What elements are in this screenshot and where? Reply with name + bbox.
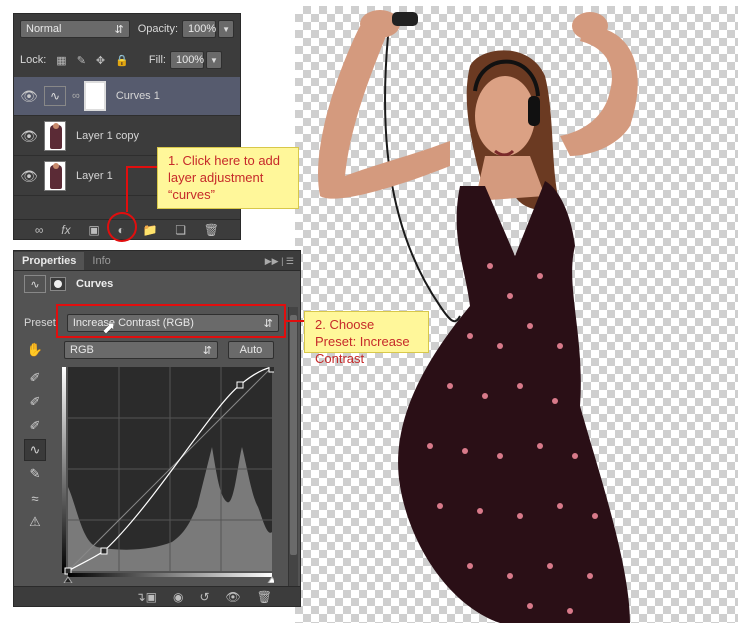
lock-label: Lock: — [20, 54, 47, 66]
properties-header: ∿ Curves — [24, 275, 300, 293]
mouse-cursor-icon: ⬈ — [102, 320, 116, 337]
gray-eyedropper-icon[interactable]: ✐ — [24, 391, 46, 413]
mask-icon[interactable]: ▣ — [88, 223, 99, 237]
lock-pixels-icon[interactable]: ✎ — [77, 54, 86, 67]
preset-highlight-box — [56, 304, 286, 338]
visibility-eye-icon[interactable]: 👁 — [14, 88, 44, 105]
layer-name[interactable]: Layer 1 copy — [76, 130, 139, 142]
lock-transparent-icon[interactable]: ▦ — [56, 54, 66, 67]
clip-to-layer-icon[interactable]: ↴▣ — [136, 590, 157, 604]
auto-button[interactable]: Auto — [228, 341, 274, 359]
curves-icon: ∿ — [24, 275, 46, 293]
chain-link-icon[interactable]: ∞ — [72, 90, 80, 102]
clipping-warning-icon[interactable]: ⚠ — [24, 511, 46, 533]
visibility-icon[interactable]: 👁 — [226, 590, 241, 604]
layer-mask-thumbnail[interactable] — [83, 81, 106, 111]
dropdown-arrows-icon: ⇵ — [114, 23, 124, 36]
on-image-adjust-icon[interactable]: ✋ — [24, 339, 46, 361]
trash-icon[interactable]: 🗑 — [204, 223, 219, 237]
panel-menu-icon[interactable]: ▶▶ | ☰ — [259, 253, 300, 270]
opacity-label: Opacity: — [137, 23, 179, 35]
tab-info[interactable]: Info — [84, 252, 118, 270]
callout-connector-line — [126, 166, 128, 212]
curves-adjustment-icon: ∿ — [44, 86, 66, 106]
layer-thumbnail — [44, 161, 66, 191]
lock-all-icon[interactable]: 🔒 — [115, 54, 129, 67]
mask-icon[interactable] — [50, 277, 66, 291]
callout-connector-line — [126, 166, 158, 168]
fx-icon[interactable]: fx — [61, 223, 70, 237]
properties-title: Curves — [76, 278, 114, 290]
scrollbar-thumb[interactable] — [290, 315, 297, 555]
opacity-dropdown-button[interactable]: ▼ — [218, 20, 234, 38]
lock-position-icon[interactable]: ✥ — [96, 54, 105, 67]
fill-input[interactable]: 100% — [169, 51, 205, 69]
properties-tabbar: Properties Info ▶▶ | ☰ — [14, 251, 300, 271]
blend-mode-value: Normal — [26, 23, 62, 35]
callout-step2: 2. Choose Preset: Increase Contrast — [304, 311, 429, 366]
preset-label: Preset: — [24, 317, 59, 329]
screenshot-root: Normal ⇵ Opacity: 100% ▼ Lock: ▦ ✎ ✥ 🔒 F… — [0, 0, 740, 629]
white-eyedropper-icon[interactable]: ✐ — [24, 415, 46, 437]
tab-properties[interactable]: Properties — [14, 252, 85, 270]
smooth-icon[interactable]: ≈ — [24, 487, 46, 509]
black-eyedropper-icon[interactable]: ✐ — [24, 367, 46, 389]
dropdown-arrows-icon: ⇵ — [202, 344, 212, 357]
channel-dropdown[interactable]: RGB ⇵ — [64, 341, 218, 359]
visibility-eye-icon[interactable]: 👁 — [14, 128, 44, 145]
trash-icon[interactable]: 🗑 — [257, 590, 272, 604]
curve-tools: ✐ ✐ ✐ ∿ ✎ ≈ ⚠ — [24, 367, 46, 533]
link-icon[interactable]: ∞ — [35, 223, 44, 237]
lock-row: Lock: ▦ ✎ ✥ 🔒 Fill: 100% ▼ — [20, 51, 234, 69]
callout-connector-line — [286, 320, 304, 322]
layer-row-curves[interactable]: 👁 ∿ ∞ Curves 1 — [14, 77, 240, 116]
callout-step1: 1. Click here to add layer adjustment “c… — [157, 147, 299, 209]
layers-top-row: Normal ⇵ Opacity: 100% ▼ — [20, 20, 234, 38]
fill-dropdown-button[interactable]: ▼ — [205, 51, 222, 69]
layer-name[interactable]: Curves 1 — [116, 90, 160, 102]
opacity-input[interactable]: 100% — [182, 20, 216, 38]
fill-label: Fill: — [148, 54, 166, 66]
auto-label: Auto — [239, 344, 263, 356]
layer-name[interactable]: Layer 1 — [76, 170, 113, 182]
layer-thumbnail — [44, 121, 66, 151]
blend-mode-dropdown[interactable]: Normal ⇵ — [20, 20, 130, 38]
opacity-value: 100% — [188, 23, 217, 35]
folder-icon[interactable]: 📁 — [143, 223, 158, 237]
properties-bottom-toolbar: ↴▣ ◉ ↺ 👁 🗑 — [14, 586, 300, 606]
channel-value: RGB — [70, 344, 94, 356]
pencil-icon[interactable]: ✎ — [24, 463, 46, 485]
new-layer-icon[interactable]: ❏ — [175, 223, 186, 237]
fill-value: 100% — [175, 54, 205, 66]
view-previous-icon[interactable]: ◉ — [173, 590, 183, 604]
curves-graph[interactable] — [62, 367, 274, 583]
visibility-eye-icon[interactable]: 👁 — [14, 168, 44, 185]
adjustment-highlight-ring — [107, 212, 137, 242]
reset-icon[interactable]: ↺ — [199, 590, 209, 604]
channel-row: ✋ RGB ⇵ Auto — [24, 339, 300, 361]
properties-scrollbar[interactable] — [288, 307, 298, 589]
curve-points-icon[interactable]: ∿ — [24, 439, 46, 461]
